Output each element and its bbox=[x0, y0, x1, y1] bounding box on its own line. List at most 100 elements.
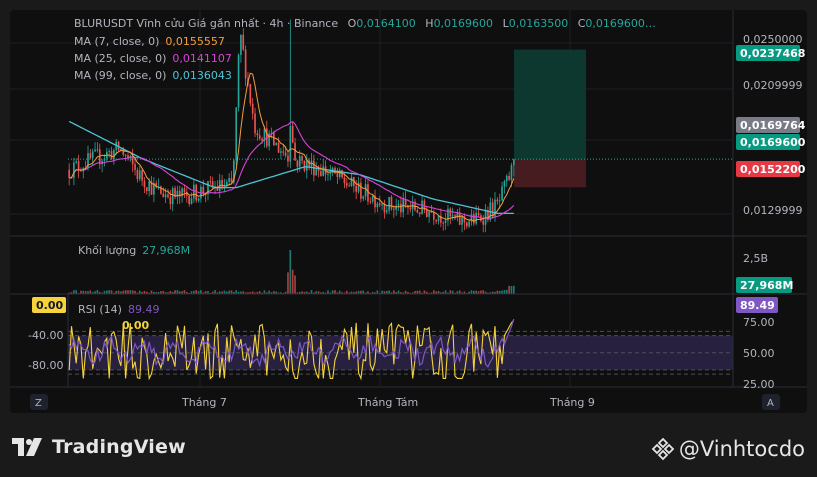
candle-body bbox=[355, 185, 358, 192]
candle-body bbox=[329, 172, 332, 175]
ma99-legend[interactable]: MA (99, close, 0) 0,0136043 bbox=[74, 69, 232, 82]
candle-body bbox=[433, 212, 435, 220]
volume-legend[interactable]: Khối lượng 27,968M bbox=[78, 244, 190, 257]
volume-bar bbox=[376, 290, 379, 294]
candle-body bbox=[400, 203, 402, 213]
candle-body bbox=[513, 159, 515, 166]
volume-bar bbox=[195, 290, 198, 294]
rsi-badge: 89.49 bbox=[736, 297, 778, 313]
time-label: Tháng 7 bbox=[181, 396, 227, 409]
candle-body bbox=[505, 175, 508, 182]
candle-body bbox=[451, 215, 454, 217]
volume-bar bbox=[89, 290, 92, 294]
candle-body bbox=[496, 199, 499, 202]
candle-body bbox=[249, 84, 252, 104]
volume-bar bbox=[214, 290, 216, 294]
candle-body bbox=[113, 149, 115, 160]
candle-body bbox=[383, 204, 386, 213]
candle-body bbox=[397, 203, 400, 206]
high-value: 0,0169600 bbox=[434, 17, 494, 30]
volume-bar bbox=[291, 269, 294, 294]
volume-bar bbox=[131, 290, 134, 294]
rsi-tick: 25.00 bbox=[743, 378, 775, 391]
candle-body bbox=[256, 133, 259, 136]
price-tick: 0,0209999 bbox=[743, 79, 803, 92]
volume-bar bbox=[110, 290, 113, 294]
volume-bar bbox=[508, 285, 510, 294]
candle-body bbox=[167, 194, 169, 198]
candle-body bbox=[315, 169, 318, 176]
price-tick: 0,0250000 bbox=[743, 33, 803, 46]
candle-body bbox=[73, 162, 75, 178]
candle-body bbox=[240, 34, 242, 55]
binance-icon bbox=[651, 437, 675, 461]
candle-body bbox=[298, 156, 301, 167]
svg-text:Z: Z bbox=[35, 398, 42, 409]
ma7-legend[interactable]: MA (7, close, 0) 0,0155557 bbox=[74, 35, 225, 48]
rsi-legend[interactable]: RSI (14) 89.49 bbox=[78, 303, 159, 316]
auto-scale-button[interactable]: A bbox=[762, 394, 780, 410]
take-profit-zone[interactable] bbox=[514, 49, 586, 160]
candle-body bbox=[138, 170, 141, 180]
candle-body bbox=[303, 160, 306, 171]
volume-bar bbox=[127, 290, 129, 294]
candle-body bbox=[251, 103, 254, 114]
rsi-tick: 75.00 bbox=[743, 316, 775, 329]
candle-body bbox=[461, 216, 463, 225]
volume-bar bbox=[388, 290, 390, 294]
tradingview-icon bbox=[12, 438, 42, 456]
candle-body bbox=[369, 201, 372, 203]
open-value: 0,0164100 bbox=[356, 17, 416, 30]
svg-text:0,0152200: 0,0152200 bbox=[740, 163, 806, 176]
chart-svg[interactable]: BLURUSDT Vĩnh cửu Giá gần nhất · 4h · Bi… bbox=[10, 10, 807, 413]
handle-text: @Vinhtocdo bbox=[678, 437, 805, 461]
candle-body bbox=[510, 165, 513, 180]
volume-bar bbox=[108, 290, 110, 294]
candle-body bbox=[371, 195, 374, 202]
volume-bar bbox=[176, 290, 179, 294]
ma25-legend[interactable]: MA (25, close, 0) 0,0141107 bbox=[74, 52, 232, 65]
candle-body bbox=[473, 214, 475, 224]
candle-body bbox=[416, 209, 419, 213]
price-badge-stop: 0,0152200 bbox=[736, 161, 806, 177]
candle-body bbox=[348, 185, 350, 187]
log-scale-button[interactable]: Z bbox=[30, 394, 48, 410]
candle-body bbox=[468, 221, 470, 227]
candle-body bbox=[160, 186, 162, 194]
volume-bar bbox=[73, 290, 75, 294]
volume-bar bbox=[289, 250, 292, 294]
svg-text:A: A bbox=[767, 398, 774, 409]
svg-text:0.00: 0.00 bbox=[36, 299, 63, 312]
volume-bar bbox=[294, 275, 296, 294]
oscillator-value: 0.00 bbox=[122, 319, 149, 332]
candle-body bbox=[301, 156, 303, 161]
candle-body bbox=[317, 169, 320, 172]
candle-body bbox=[124, 154, 127, 156]
stop-loss-zone[interactable] bbox=[514, 159, 586, 188]
author-handle: @Vinhtocdo bbox=[651, 436, 805, 462]
volume-bar bbox=[75, 290, 78, 294]
candle-body bbox=[209, 181, 212, 183]
candle-body bbox=[444, 220, 447, 223]
volume-bar bbox=[174, 290, 176, 294]
volume-bar bbox=[449, 290, 452, 294]
candle-body bbox=[287, 155, 289, 162]
header-legend: BLURUSDT Vĩnh cửu Giá gần nhất · 4h · Bi… bbox=[74, 17, 656, 30]
candle-body bbox=[498, 200, 501, 202]
volume-bar bbox=[235, 290, 238, 294]
candle-body bbox=[277, 142, 280, 153]
candle-body bbox=[442, 222, 445, 224]
volume-bar bbox=[475, 290, 478, 294]
candle-body bbox=[409, 207, 412, 210]
candle-body bbox=[162, 193, 165, 198]
volume-bar bbox=[183, 290, 186, 294]
candle-body bbox=[190, 198, 193, 204]
candle-body bbox=[350, 177, 353, 186]
svg-text:0,0169764: 0,0169764 bbox=[740, 119, 806, 132]
left-axis-badge: 0.00 bbox=[32, 297, 66, 313]
candle-body bbox=[164, 194, 167, 198]
candle-body bbox=[393, 208, 395, 210]
volume-bar bbox=[223, 290, 226, 294]
volume-bar bbox=[150, 290, 153, 294]
candle-body bbox=[136, 169, 139, 180]
